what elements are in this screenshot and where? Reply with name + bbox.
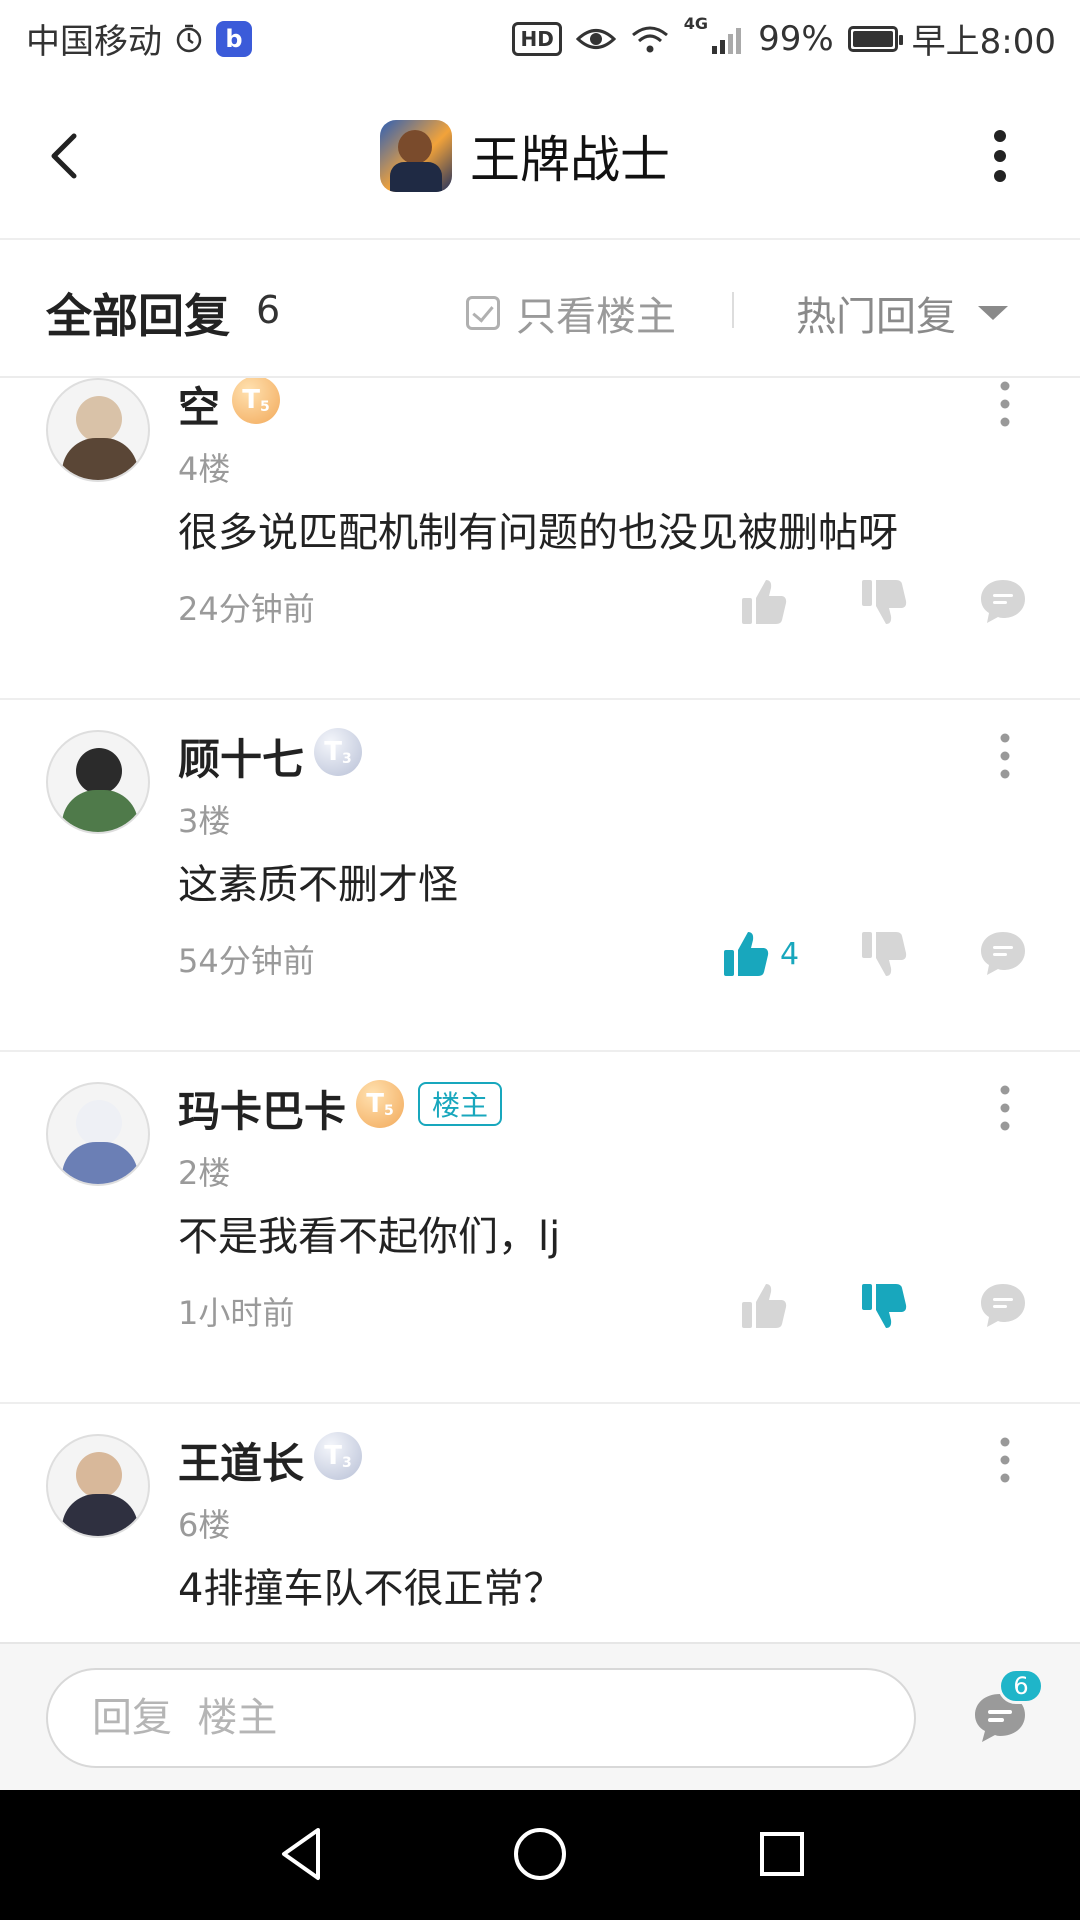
- like-button[interactable]: [738, 1274, 790, 1338]
- avatar-head: [76, 1452, 122, 1498]
- notification-app-icon: b: [216, 20, 252, 57]
- reply-time: 54分钟前: [178, 942, 315, 980]
- dislike-button[interactable]: [858, 1274, 910, 1338]
- comment-button[interactable]: [978, 922, 1028, 986]
- status-left: 中国移动 b: [26, 14, 252, 63]
- wifi-icon: [631, 26, 668, 52]
- avatar-body: [62, 1142, 138, 1184]
- reply-item[interactable]: 空 T5 4楼 很多说匹配机制有问题的也没见被删帖呀 24分钟前: [0, 378, 1080, 700]
- comment-button[interactable]: [978, 570, 1028, 634]
- level-badge: T3: [314, 728, 362, 776]
- reply-input-bar: 6: [0, 1642, 1080, 1792]
- app-header: 王牌战士: [0, 74, 1080, 240]
- nav-back-icon[interactable]: [270, 1822, 334, 1886]
- avatar-body: [62, 438, 138, 480]
- avatar[interactable]: [46, 1434, 150, 1538]
- reply-item[interactable]: 顾十七 T3 3楼 这素质不删才怪 54分钟前 4: [0, 700, 1080, 1052]
- thumbs-up-icon: [724, 932, 769, 976]
- dislike-button[interactable]: [858, 570, 910, 634]
- reply-time: 24分钟前: [178, 590, 315, 628]
- carrier-label: 中国移动: [26, 22, 162, 62]
- avatar[interactable]: [46, 1082, 150, 1186]
- battery-icon: [847, 25, 903, 52]
- eye-icon: [575, 28, 616, 49]
- more-vertical-icon[interactable]: [980, 126, 1020, 186]
- back-arrow-icon[interactable]: [40, 130, 92, 182]
- only-op-label: 只看楼主: [516, 294, 676, 340]
- reply-content[interactable]: 不是我看不起你们，lj: [178, 1204, 560, 1262]
- avatar-head: [76, 396, 122, 442]
- system-nav-bar: [0, 1790, 1080, 1920]
- avatar[interactable]: [46, 730, 150, 834]
- avatar-body: [62, 1494, 138, 1536]
- battery-percent: 99%: [758, 18, 834, 59]
- status-right: HD 4G 99% 早上8:00: [512, 14, 1056, 63]
- header-divider: [732, 292, 734, 328]
- game-logo-icon: [380, 120, 452, 192]
- username[interactable]: 王道长: [178, 1430, 304, 1491]
- like-count: 4: [780, 936, 800, 972]
- reply-item[interactable]: 王道长 T3 6楼 4排撞车队不很正常？: [0, 1404, 1080, 1642]
- page-title: 王牌战士: [470, 131, 670, 189]
- floor-number: 2楼: [178, 1154, 231, 1192]
- username[interactable]: 空: [178, 378, 220, 435]
- reply-input[interactable]: [46, 1668, 916, 1768]
- replies-title: 全部回复: [46, 289, 230, 343]
- dislike-button[interactable]: [858, 922, 910, 986]
- thumbs-up-icon: [742, 1284, 787, 1328]
- level-badge: T5: [356, 1080, 404, 1128]
- only-op-toggle[interactable]: 只看楼主: [466, 284, 676, 342]
- like-button[interactable]: 4: [720, 922, 799, 986]
- avatar-head: [76, 748, 122, 794]
- level-badge: T5: [232, 378, 280, 424]
- nav-home-icon[interactable]: [508, 1822, 572, 1886]
- reply-content[interactable]: 4排撞车队不很正常？: [178, 1556, 563, 1614]
- reply-more-icon[interactable]: [990, 1078, 1020, 1138]
- reply-more-icon[interactable]: [990, 1430, 1020, 1490]
- reply-content[interactable]: 很多说匹配机制有问题的也没见被删帖呀: [178, 500, 898, 558]
- replies-header: 全部回复 6 只看楼主 热门回复: [0, 240, 1080, 378]
- comment-icon: [981, 1284, 1025, 1327]
- nav-recent-icon[interactable]: [750, 1822, 814, 1886]
- username[interactable]: 顾十七: [178, 726, 304, 787]
- reply-content[interactable]: 这素质不删才怪: [178, 852, 458, 910]
- status-bar: 中国移动 b HD 4G 99% 早上8:00: [0, 0, 1080, 74]
- only-op-checkbox[interactable]: [466, 296, 500, 330]
- sort-label: 热门回复: [796, 294, 956, 340]
- floor-number: 3楼: [178, 802, 231, 840]
- sort-dropdown[interactable]: 热门回复: [796, 284, 1008, 342]
- thumbs-down-icon: [862, 580, 907, 624]
- floor-number: 4楼: [178, 450, 231, 488]
- replies-count: 6: [256, 288, 281, 332]
- thumbs-down-icon: [862, 1284, 907, 1328]
- avatar[interactable]: [46, 378, 150, 482]
- reply-more-icon[interactable]: [990, 726, 1020, 786]
- reply-time: 1小时前: [178, 1294, 295, 1332]
- chevron-down-icon: [978, 306, 1008, 320]
- signal-icon: [712, 27, 742, 54]
- thumbs-up-icon: [742, 580, 787, 624]
- clock: 早上8:00: [911, 22, 1056, 62]
- comment-icon: [981, 580, 1025, 623]
- hd-badge: HD: [512, 21, 562, 56]
- comment-count-badge: 6: [998, 1668, 1044, 1704]
- reply-list[interactable]: 空 T5 4楼 很多说匹配机制有问题的也没见被删帖呀 24分钟前 顾十七 T 3…: [0, 378, 1080, 1642]
- like-button[interactable]: [738, 570, 790, 634]
- floor-number: 6楼: [178, 1506, 231, 1544]
- comment-button[interactable]: [978, 1274, 1028, 1338]
- username[interactable]: 玛卡巴卡: [178, 1078, 346, 1139]
- network-label: 4G: [683, 14, 709, 33]
- op-badge: 楼主: [418, 1082, 503, 1126]
- level-badge: T3: [314, 1432, 362, 1480]
- title-group: 王牌战士: [380, 120, 670, 192]
- reply-more-icon[interactable]: [990, 378, 1020, 434]
- alarm-icon: [176, 24, 202, 52]
- reply-item[interactable]: 玛卡巴卡 T5 楼主 2楼 不是我看不起你们，lj 1小时前: [0, 1052, 1080, 1404]
- thumbs-down-icon: [862, 932, 907, 976]
- avatar-body: [62, 790, 138, 832]
- avatar-head: [76, 1100, 122, 1146]
- comment-icon: [981, 932, 1025, 975]
